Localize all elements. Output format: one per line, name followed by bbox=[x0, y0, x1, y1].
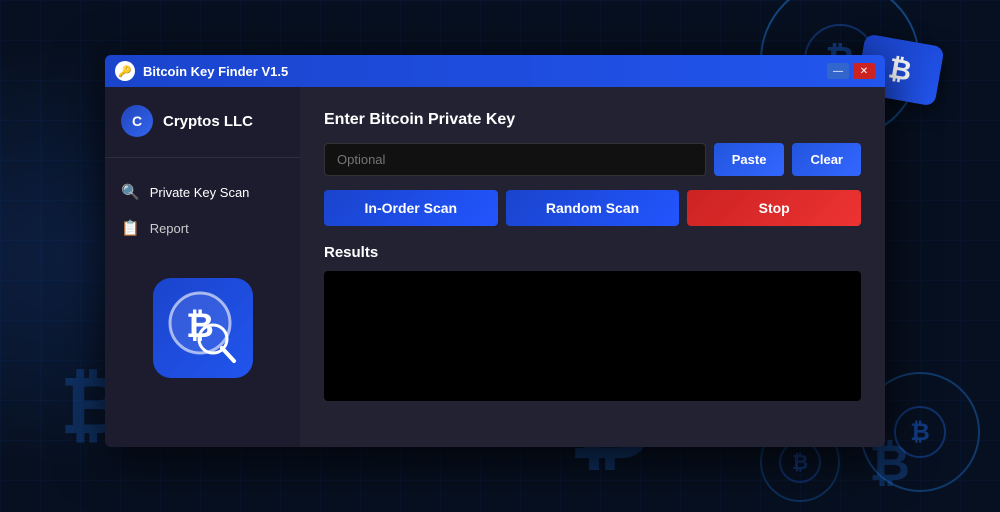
sidebar-nav: 🔍 Private Key Scan 📋 Report bbox=[105, 158, 300, 262]
title-bar: 🔑 Bitcoin Key Finder V1.5 — ✕ bbox=[105, 55, 885, 87]
results-box bbox=[324, 271, 861, 401]
sidebar-item-report[interactable]: 📋 Report bbox=[105, 210, 300, 246]
title-bar-text: Bitcoin Key Finder V1.5 bbox=[143, 64, 288, 79]
logo-box: ₿ bbox=[153, 278, 253, 378]
floating-btc-letter: ₿ bbox=[886, 52, 914, 87]
sidebar-item-private-key-scan[interactable]: 🔍 Private Key Scan bbox=[105, 174, 300, 210]
title-bar-controls: — ✕ bbox=[827, 63, 875, 79]
input-row: Paste Clear bbox=[324, 143, 861, 176]
svg-text:₿: ₿ bbox=[910, 419, 930, 446]
sidebar-logo-area: ₿ bbox=[105, 262, 300, 394]
search-icon: 🔍 bbox=[121, 183, 140, 201]
action-row: In-Order Scan Random Scan Stop bbox=[324, 190, 861, 226]
svg-text:₿: ₿ bbox=[792, 452, 808, 474]
random-scan-button[interactable]: Random Scan bbox=[506, 190, 680, 226]
private-key-input[interactable] bbox=[324, 143, 706, 176]
minimize-button[interactable]: — bbox=[827, 63, 849, 79]
main-content: Enter Bitcoin Private Key Paste Clear In… bbox=[300, 87, 885, 447]
stop-button[interactable]: Stop bbox=[687, 190, 861, 226]
sidebar-brand: C Cryptos LLC bbox=[105, 105, 300, 158]
sidebar-item-label-1: Private Key Scan bbox=[150, 185, 250, 200]
brand-icon: C bbox=[121, 105, 153, 137]
in-order-scan-button[interactable]: In-Order Scan bbox=[324, 190, 498, 226]
title-bar-left: 🔑 Bitcoin Key Finder V1.5 bbox=[115, 61, 288, 81]
sidebar: C Cryptos LLC 🔍 Private Key Scan 📋 Repor… bbox=[105, 87, 300, 447]
close-button[interactable]: ✕ bbox=[853, 63, 875, 79]
app-body: C Cryptos LLC 🔍 Private Key Scan 📋 Repor… bbox=[105, 87, 885, 447]
logo-svg: ₿ bbox=[158, 283, 248, 373]
app-window: 🔑 Bitcoin Key Finder V1.5 — ✕ C Cryptos … bbox=[105, 55, 885, 447]
paste-button[interactable]: Paste bbox=[714, 143, 785, 176]
clear-button[interactable]: Clear bbox=[792, 143, 861, 176]
report-icon: 📋 bbox=[121, 219, 140, 237]
app-icon: 🔑 bbox=[115, 61, 135, 81]
results-title: Results bbox=[324, 244, 861, 261]
brand-name: Cryptos LLC bbox=[163, 113, 253, 130]
sidebar-item-label-2: Report bbox=[150, 221, 189, 236]
section-title: Enter Bitcoin Private Key bbox=[324, 111, 861, 129]
